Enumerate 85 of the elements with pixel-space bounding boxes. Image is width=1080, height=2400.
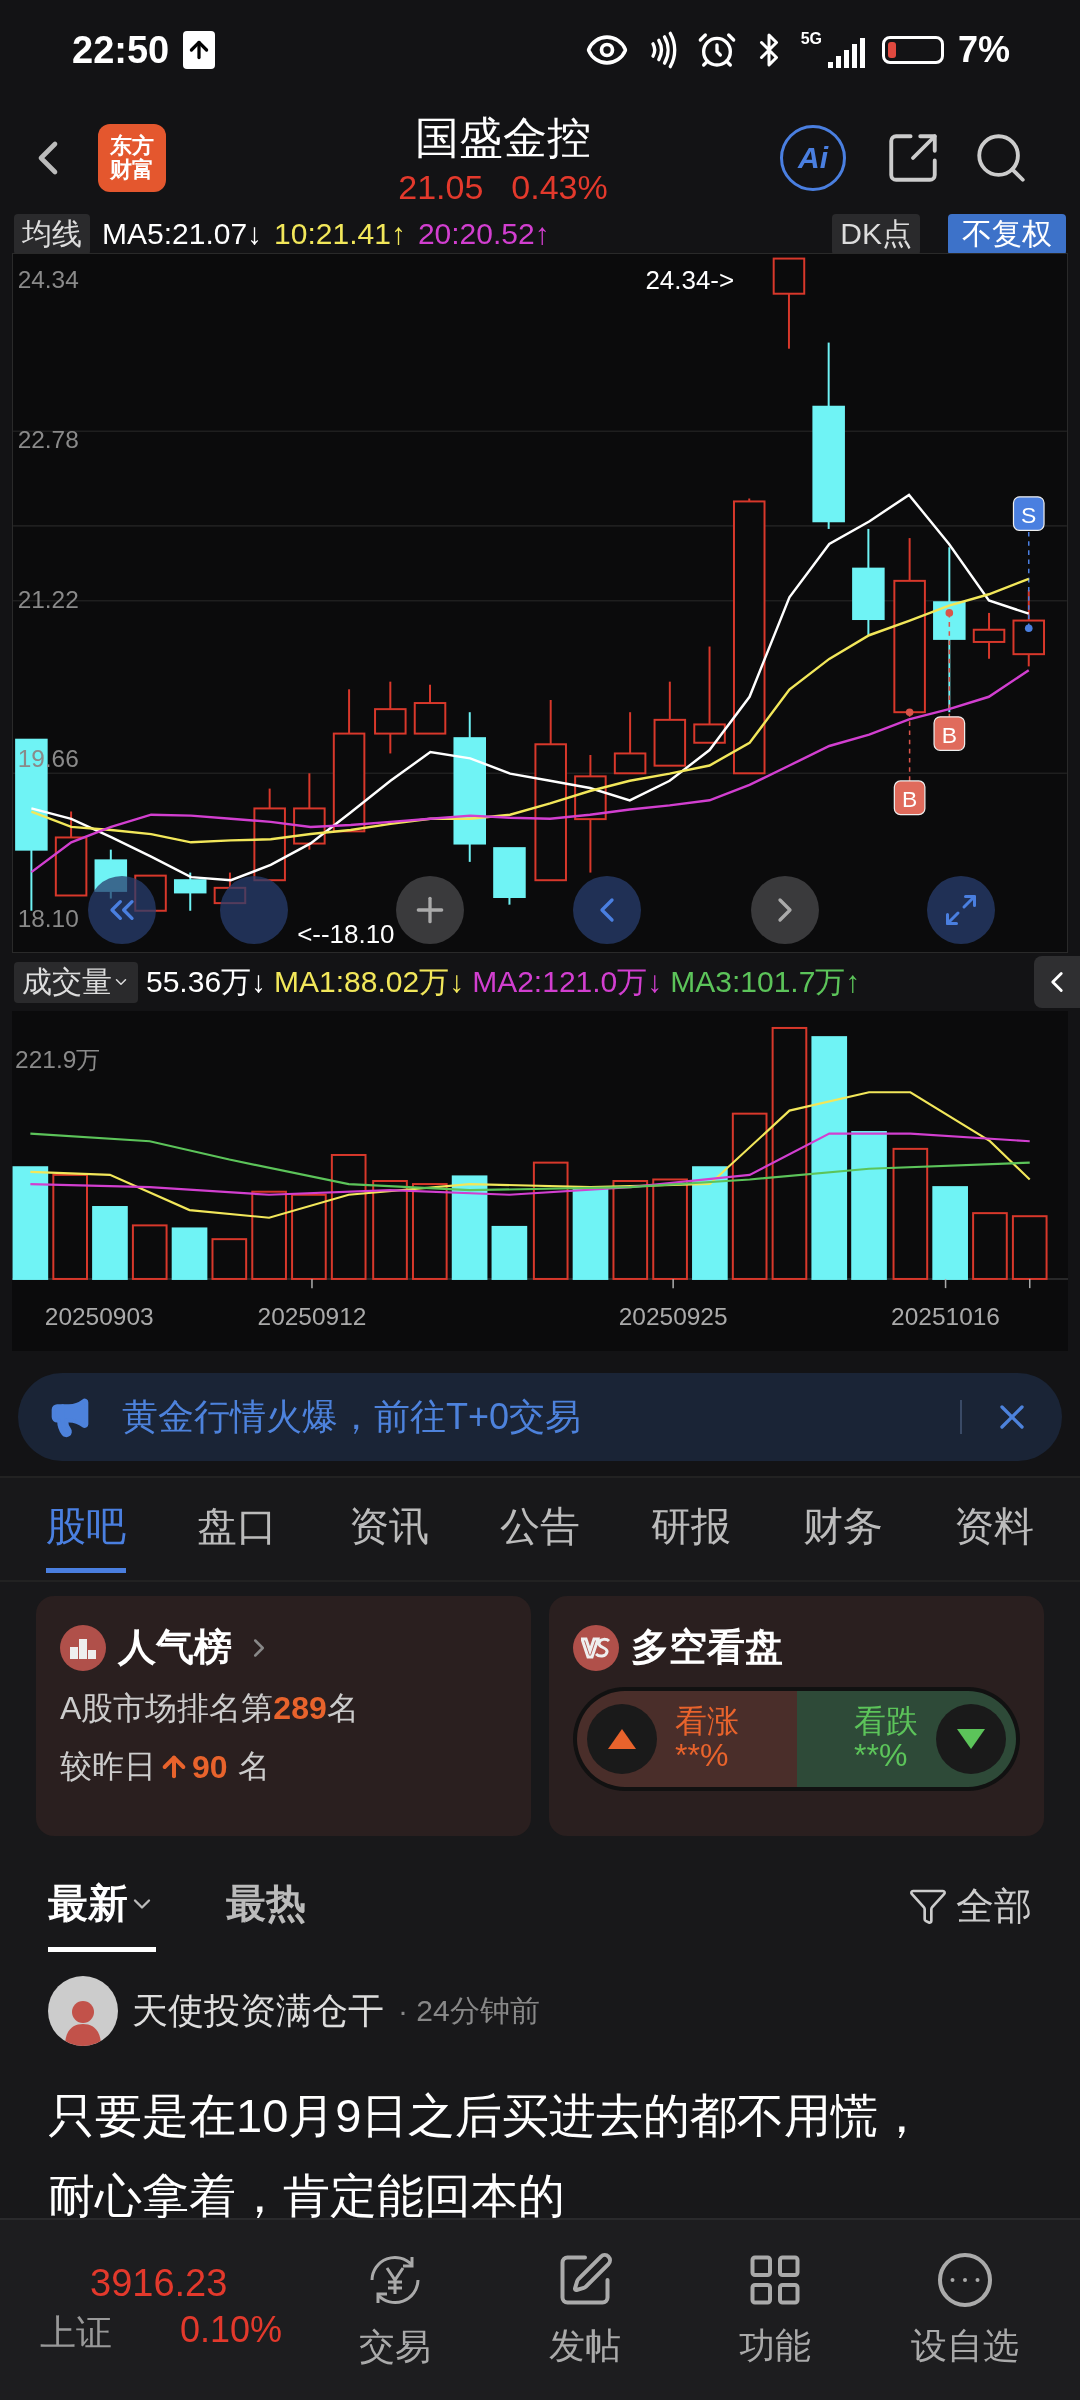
price-axis-label: 24.34 [17,265,79,293]
section-tab[interactable]: 公告 [499,1485,580,1573]
post-time: · 24分钟前 [398,1992,540,2029]
buy-signal: B [933,609,966,751]
section-tab[interactable]: 研报 [651,1485,732,1573]
status-time: 22:50 [72,28,170,72]
rank-unit: 名 [237,1747,270,1786]
volume-bar [972,1212,1008,1280]
date-label: 20250912 [257,1302,367,1330]
nav-item[interactable]: 发帖 [490,2249,680,2371]
bearish-button[interactable]: 看跌 **% [796,1687,1020,1791]
bullish-button[interactable]: 看涨 **% [573,1687,797,1791]
indicator-dropdown[interactable]: 均线 [14,213,90,255]
ma-value: MA5:21.07↓ [102,217,263,251]
bullish-label: 看涨 [675,1705,739,1739]
volume-bar [491,1225,528,1280]
rank-text: A股市场排名第289名 [60,1689,360,1728]
adjust-button[interactable]: 不复权 [948,213,1066,255]
volume-bar [211,1238,248,1280]
date-label: 20250925 [618,1302,728,1330]
ma-value: 10:21.41↑ [274,217,406,251]
buy-signal: B [893,708,926,816]
nav-item[interactable]: 功能 [680,2249,870,2371]
upload-icon [183,31,216,69]
banner-text: 黄金行情火爆，前往T+0交易 [122,1394,583,1439]
candle [493,847,526,906]
author-name[interactable]: 天使投资满仓干 [132,1986,384,2036]
price-axis-label: 21.22 [17,585,79,613]
sell-signal: S [1012,496,1045,632]
ai-button[interactable]: Ai [780,124,846,191]
volume-ma-value: MA3:101.7万↑ [670,963,861,1000]
dk-dropdown[interactable]: DK点 [832,213,920,255]
battery-icon [881,36,944,64]
up-triangle-icon [608,1729,636,1749]
nav-item[interactable]: 设自选 [870,2249,1060,2371]
filter-button[interactable]: 全部 [908,1880,1032,1932]
rank-change-label: 较昨日 [60,1747,156,1786]
candle [413,683,447,735]
expand-icon [943,892,979,928]
volume-indicator-dropdown[interactable]: 成交量 [14,961,138,1003]
network-type: 5G [800,30,822,48]
price-change: 0.43% [511,167,608,207]
rank-change-value: 90 [192,1748,228,1786]
date-label: 20251016 [891,1302,1000,1330]
collapse-button[interactable] [1034,956,1080,1008]
sort-tab[interactable]: 最新 [48,1860,156,1952]
volume-bar [171,1227,208,1280]
alarm-icon [696,30,737,70]
nav-item[interactable]: 交易 [300,2248,490,2372]
candle [613,711,647,775]
volume-ma-value: 55.36万↓ [146,963,267,1000]
section-tab[interactable]: 盘口 [197,1485,278,1573]
promo-banner[interactable]: 黄金行情火爆，前往T+0交易 [18,1373,1062,1461]
volume-ma-value: MA2:121.0万↓ [472,963,663,1000]
bullish-percent: **% [675,1739,730,1773]
high-price-note: 24.34-> [645,265,735,296]
app-logo: 东方 财富 [98,123,166,192]
candle [972,611,1006,660]
podium-icon [60,1624,106,1671]
stock-price: 21.05 [398,167,484,207]
section-tab[interactable]: 财务 [802,1485,883,1573]
volume-bar [131,1224,168,1280]
card-title: 人气榜 [118,1625,232,1670]
price-axis-label: 22.78 [17,425,79,453]
candle [173,871,207,912]
down-triangle-icon [957,1729,985,1749]
section-tab[interactable]: 股吧 [45,1485,126,1573]
bearish-percent: **% [854,1739,909,1773]
bearish-label: 看跌 [854,1705,918,1739]
index-ticker[interactable]: 3916.23 上证 0.10% [20,2262,300,2358]
ma-value: 20:20.52↑ [417,217,550,251]
battery-level: 7% [957,29,1010,71]
card-title: 多空看盘 [631,1625,783,1670]
date-label: 20250903 [44,1302,154,1330]
section-tab[interactable]: 资料 [954,1485,1035,1573]
low-price-note: <--18.10 [297,918,395,949]
versus-icon [573,1624,619,1671]
volume-ma-value: MA1:88.02万↓ [274,963,465,1000]
section-tab[interactable]: 资讯 [348,1485,429,1573]
sort-tab[interactable]: 最热 [226,1860,306,1952]
volume-axis-label: 221.9万 [15,1045,101,1073]
popularity-card[interactable]: 人气榜 A股市场排名第289名 较昨日 90 名 [36,1596,531,1836]
volume-bar [1011,1215,1048,1280]
stock-name: 国盛金控 [415,111,591,164]
price-axis-label: 18.10 [17,905,79,933]
